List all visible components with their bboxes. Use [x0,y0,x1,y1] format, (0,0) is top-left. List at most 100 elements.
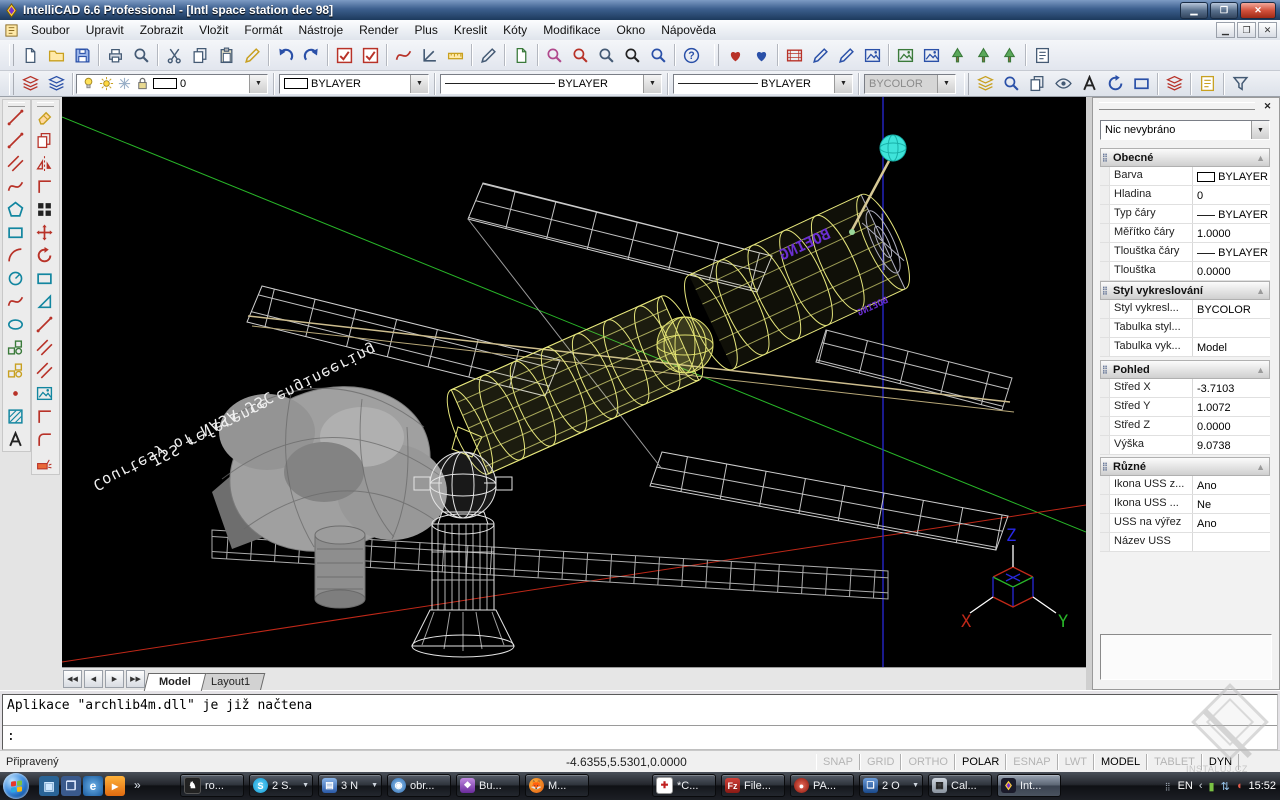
lineweight-combo-arrow[interactable]: ▼ [834,75,852,93]
mdi-minimize-button[interactable]: ▁ [1216,22,1235,38]
rectangle-icon[interactable] [3,221,28,244]
zoom-out-icon[interactable] [593,43,619,67]
viewport-icon[interactable] [32,267,57,290]
copy-icon[interactable] [187,43,213,67]
save-icon[interactable] [69,43,95,67]
toggle-dyn[interactable]: DYN [1202,754,1239,770]
restore-button[interactable]: ❐ [1210,2,1238,19]
paste-icon[interactable] [213,43,239,67]
move-icon[interactable] [32,221,57,244]
line-segment-icon[interactable] [3,129,28,152]
tab-prev-button[interactable]: ◀ [84,670,103,688]
new-icon[interactable] [17,43,43,67]
tray-grip[interactable]: ⣿ [1165,782,1172,791]
toggle-snap[interactable]: SNAP [816,754,860,770]
taskbar-button-3[interactable]: ▤ 3 N▼ [318,774,382,797]
menu-soubor[interactable]: Soubor [23,21,78,39]
menu-zobrazit[interactable]: Zobrazit [132,21,191,39]
drawing-viewport[interactable]: BOEING BOEING [62,97,1086,667]
erase-icon[interactable] [32,106,57,129]
selection-combo-arrow[interactable]: ▼ [1251,121,1269,139]
menu-nastroje[interactable]: Nástroje [290,21,351,39]
collapse-icon[interactable]: ▲ [1256,286,1265,296]
volume-icon[interactable]: ◖ [1236,780,1243,792]
panel-close-icon[interactable]: ✕ [1260,100,1275,113]
taskbar-button-9[interactable]: ● PA... [790,774,854,797]
toggle-lwt[interactable]: LWT [1058,754,1094,770]
break-icon[interactable] [32,382,57,405]
taskbar-button-5[interactable]: ❖ Bu... [456,774,520,797]
landscape-new-icon[interactable] [944,43,970,67]
circle-icon[interactable] [3,267,28,290]
prop-row-tabulka-styl[interactable]: Tabulka styl... [1100,319,1270,338]
taskbar-button-1[interactable]: ♞ ro... [180,774,244,797]
collapse-icon[interactable]: ▲ [1256,153,1265,163]
scenes-icon[interactable] [781,43,807,67]
multiline-icon[interactable] [3,152,28,175]
battery-icon[interactable]: ▮ [1209,780,1215,793]
menu-plus[interactable]: Plus [406,21,445,39]
named-views-icon[interactable] [1128,72,1154,96]
menu-upravit[interactable]: Upravit [78,21,132,39]
zoom-window-icon[interactable] [619,43,645,67]
rotate-icon[interactable] [32,244,57,267]
taskbar-button-4[interactable]: ◉ obr... [387,774,451,797]
prop-row-stred-y[interactable]: Střed Y 1.0072 [1100,398,1270,417]
stretch-icon[interactable] [32,290,57,313]
text-style-icon[interactable] [1076,72,1102,96]
zoom-layer-icon[interactable] [998,72,1024,96]
prop-row-typ-cary[interactable]: Typ čáry BYLAYER [1100,205,1270,224]
minimize-button[interactable]: ▁ [1180,2,1208,19]
network-icon[interactable]: ⇅ [1221,780,1230,793]
taskbar-button-skype[interactable]: S 2 S.▼ [249,774,313,797]
section-ruzne-header[interactable]: ⣿ Různé ▲ [1100,457,1270,476]
prop-row-ikona-uss[interactable]: Ikona USS ... Ne [1100,495,1270,514]
menu-render[interactable]: Render [351,21,406,39]
array-icon[interactable] [32,198,57,221]
menu-vlozit[interactable]: Vložit [191,21,236,39]
print-preview-icon[interactable] [128,43,154,67]
landscape-edit-icon[interactable] [970,43,996,67]
color-combo-arrow[interactable]: ▼ [410,75,428,93]
explorer-layers-icon[interactable] [972,72,998,96]
prop-row-hladina[interactable]: Hladina 0 [1100,186,1270,205]
mirror-icon[interactable] [32,152,57,175]
clock[interactable]: 15:52 [1248,780,1276,792]
prop-row-stred-z[interactable]: Střed Z 0.0000 [1100,417,1270,436]
spelling-icon[interactable] [331,43,357,67]
open-icon[interactable] [43,43,69,67]
menu-koty[interactable]: Kóty [495,21,535,39]
explode-icon[interactable] [32,451,57,474]
mdi-close-button[interactable]: ✕ [1258,22,1277,38]
tray-expand-icon[interactable]: ‹ [1199,780,1203,792]
prop-row-tloustka-cary[interactable]: Tlouštka čáry BYLAYER [1100,243,1270,262]
ucs-dialog-icon[interactable] [1102,72,1128,96]
mdi-restore-button[interactable]: ❐ [1237,22,1256,38]
hide-icon[interactable] [748,43,774,67]
polygon-icon[interactable] [3,198,28,221]
taskbar-button-filezilla[interactable]: Fz File... [721,774,785,797]
quick-launch-overflow-icon[interactable]: » [134,778,141,796]
start-button[interactable] [3,773,29,799]
linetype-combo[interactable]: BYLAYER ▼ [440,74,662,94]
prop-row-stred-x[interactable]: Střed X -3.7103 [1100,379,1270,398]
insert-block-icon[interactable] [3,336,28,359]
toggle-polar[interactable]: POLAR [955,754,1006,770]
trim-icon[interactable] [32,336,57,359]
explorer-icon[interactable] [43,72,69,96]
filter-icon[interactable] [1227,72,1253,96]
text-icon[interactable] [3,428,28,451]
prop-row-tloustka[interactable]: Tlouštka 0.0000 [1100,262,1270,281]
brush-icon[interactable] [475,43,501,67]
properties-panel-icon[interactable] [1194,72,1220,96]
section-obecne-header[interactable]: ⣿ Obecné ▲ [1100,148,1270,167]
pan-icon[interactable] [508,43,534,67]
arc-icon[interactable] [3,244,28,267]
format-brush-icon[interactable] [239,43,265,67]
internet-explorer-icon[interactable]: e [83,776,103,796]
layers-stack-icon[interactable] [1161,72,1187,96]
extend-icon[interactable] [32,359,57,382]
angle-icon[interactable] [416,43,442,67]
background-icon[interactable] [892,43,918,67]
fillet-icon[interactable] [32,405,57,428]
